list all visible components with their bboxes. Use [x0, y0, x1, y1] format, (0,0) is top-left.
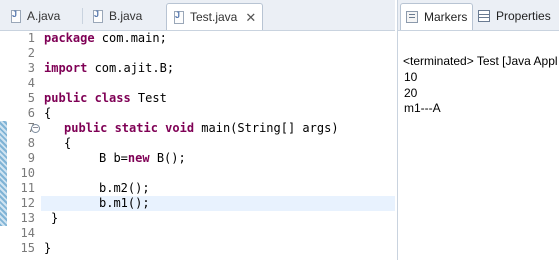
- line-number: 12: [20, 196, 35, 210]
- tab-a-java[interactable]: A.java: [10, 3, 60, 29]
- fold-toggle-icon[interactable]: −: [31, 124, 40, 133]
- line-number: 15: [20, 241, 35, 255]
- tab-test-java[interactable]: Test.java ✕: [166, 3, 264, 30]
- line-number: 10: [20, 166, 35, 180]
- code-line-11: b.m2();: [99, 181, 150, 195]
- java-file-icon: [173, 10, 185, 24]
- editor-pane: A.java B.java Test.java ✕ 1 2 3 4 5 6 7 …: [0, 0, 395, 260]
- tab-label: Markers: [424, 10, 468, 24]
- tab-label: Test.java: [190, 10, 238, 24]
- tab-markers[interactable]: Markers: [400, 3, 474, 30]
- tab-label: B.java: [109, 9, 143, 23]
- editor-tab-bar: A.java B.java Test.java ✕: [0, 0, 395, 31]
- line-number: 8: [27, 136, 35, 150]
- line-number: 9: [27, 151, 35, 165]
- current-line-highlight: [41, 196, 395, 211]
- properties-icon: [478, 10, 490, 22]
- line-number: 4: [27, 76, 35, 90]
- console-output-line: 10: [404, 70, 418, 84]
- code-line-3: import com.ajit.B;: [44, 61, 175, 75]
- console-pane: Markers Properties <terminated> Test [Ja…: [397, 0, 559, 260]
- code-line-6: {: [44, 106, 52, 120]
- markers-icon: [406, 11, 418, 23]
- change-marker: [0, 121, 7, 226]
- code-line-5: public class Test: [44, 91, 167, 105]
- line-number: 13: [20, 211, 35, 225]
- tab-separator: [82, 8, 83, 24]
- line-number: 1: [27, 31, 35, 45]
- code-line-7: public static void main(String[] args): [64, 121, 339, 135]
- close-tab-icon[interactable]: ✕: [245, 11, 256, 24]
- java-file-icon: [10, 9, 22, 23]
- overview-ruler: [0, 31, 7, 260]
- line-number-gutter: 1 2 3 4 5 6 7 8 9 10 11 12 13 14 15 −: [7, 31, 41, 260]
- tab-label: A.java: [27, 9, 61, 23]
- code-line-9: B b=new B();: [99, 151, 186, 165]
- console-output-line: 20: [404, 86, 418, 100]
- line-number: 11: [20, 181, 35, 195]
- console-tab-bar: Markers Properties: [398, 0, 559, 31]
- tab-label: Properties: [496, 9, 551, 23]
- tab-properties[interactable]: Properties: [478, 3, 551, 29]
- line-number: 5: [27, 91, 35, 105]
- code-line-15: }: [44, 241, 52, 255]
- line-number: 2: [27, 46, 35, 60]
- line-number: 6: [27, 106, 35, 120]
- code-line-8: {: [64, 136, 72, 150]
- java-file-icon: [92, 9, 104, 23]
- code-line-1: package com.main;: [44, 31, 167, 45]
- line-number: 14: [20, 226, 35, 240]
- tab-b-java[interactable]: B.java: [92, 3, 142, 29]
- console-status: <terminated> Test [Java Appl: [403, 54, 558, 68]
- line-number: 3: [27, 61, 35, 75]
- console-output-line: m1---A: [404, 101, 441, 115]
- code-line-13: }: [51, 211, 59, 225]
- code-line-12: b.m1();: [99, 196, 150, 210]
- code-area[interactable]: package com.main; import com.ajit.B; pub…: [41, 31, 395, 260]
